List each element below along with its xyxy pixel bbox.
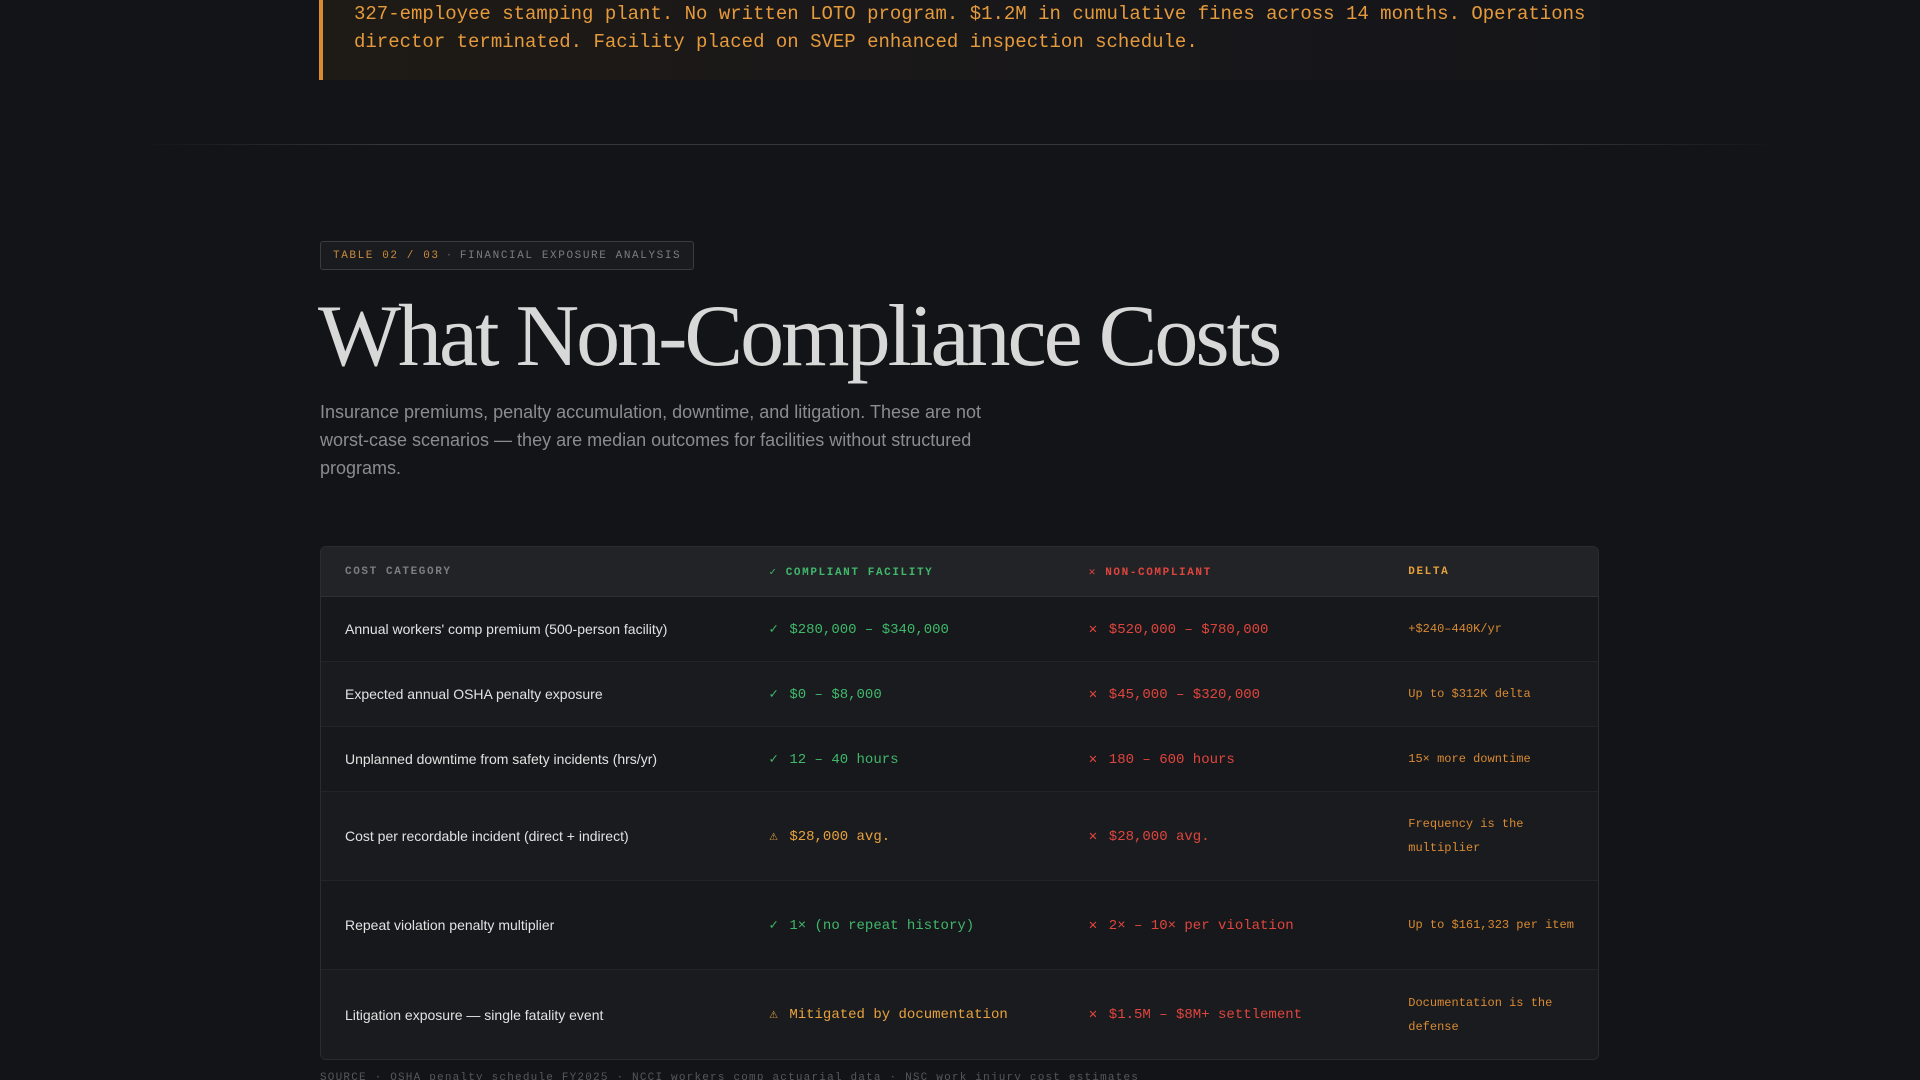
page-title: What Non-Compliance Costs [318, 288, 1282, 385]
compliant-value: 1× (no repeat history) [789, 917, 975, 934]
delta-cell: 15× more downtime [1408, 752, 1531, 766]
source-note: SOURCE · OSHA penalty schedule FY2025 · … [320, 1072, 1140, 1080]
cost-category-cell: Unplanned downtime from safety incidents… [345, 751, 658, 767]
table-row: Cost per recordable incident (direct + i… [321, 792, 1598, 881]
cost-category-cell: Litigation exposure — single fatality ev… [345, 1006, 604, 1023]
cross-icon: ✕ [1088, 686, 1098, 703]
cost-category-cell: Annual workers' comp premium (500-person… [345, 621, 668, 637]
cross-icon: ✕ [1088, 751, 1098, 768]
cross-icon: ✕ [1088, 828, 1098, 845]
table-row: Litigation exposure — single fatality ev… [321, 970, 1598, 1059]
check-icon: ✓ [769, 917, 778, 934]
check-icon: ✓ [769, 686, 778, 703]
compliant-value: $0 – $8,000 [789, 686, 882, 703]
table-header: COST CATEGORY ✓ COMPLIANT FACILITY ✕ NON… [321, 547, 1598, 597]
compliant-value: $28,000 avg. [789, 828, 891, 845]
compliant-cell: ⚠ $28,000 avg. [769, 828, 1088, 845]
delta-cell: Documentation is the defense [1408, 995, 1553, 1034]
compliant-value: $280,000 – $340,000 [789, 621, 949, 638]
delta-cell: +$240–440K/yr [1408, 622, 1502, 636]
compliant-cell: ✓ 1× (no repeat history) [769, 917, 1088, 934]
non-compliant-cell: ✕ $520,000 – $780,000 [1089, 621, 1408, 638]
warning-icon: ⚠ [769, 1007, 778, 1023]
non-compliant-cell: ✕ 2× – 10× per violation [1089, 917, 1408, 934]
callout-text: 327-employee stamping plant. No written … [354, 3, 1586, 53]
cost-category-cell: Repeat violation penalty multiplier [345, 917, 555, 933]
compliant-cell: ✓ $0 – $8,000 [769, 686, 1088, 703]
tag-label: FINANCIAL EXPOSURE ANALYSIS [459, 249, 682, 262]
non-compliant-value: $28,000 avg. [1108, 828, 1210, 845]
delta-cell: Up to $312K delta [1408, 687, 1531, 701]
table-row: Unplanned downtime from safety incidents… [321, 727, 1598, 792]
cost-category-cell: Expected annual OSHA penalty exposure [345, 686, 603, 702]
compliant-value: 12 – 40 hours [789, 751, 899, 768]
check-icon: ✓ [769, 621, 778, 638]
tag-number: TABLE 02 / 03 [333, 249, 440, 262]
compliant-cell: ⚠ Mitigated by documentation [769, 1006, 1088, 1023]
header-delta: DELTA [1408, 565, 1450, 578]
cross-icon: ✕ [1088, 1007, 1098, 1023]
check-icon: ✓ [769, 751, 778, 768]
warning-icon: ⚠ [769, 828, 778, 845]
non-compliant-cell: ✕ $45,000 – $320,000 [1089, 686, 1408, 703]
compliant-value: Mitigated by documentation [789, 1007, 1008, 1023]
header-cost-category: COST CATEGORY [345, 565, 452, 578]
compliant-cell: ✓ $280,000 – $340,000 [769, 621, 1088, 638]
non-compliant-cell: ✕ $28,000 avg. [1089, 828, 1408, 845]
table-row: Repeat violation penalty multiplier ✓ 1× … [321, 881, 1598, 970]
header-compliant: ✓ COMPLIANT FACILITY [769, 566, 934, 579]
compliant-cell: ✓ 12 – 40 hours [769, 751, 1088, 768]
cost-comparison-table: COST CATEGORY ✓ COMPLIANT FACILITY ✕ NON… [320, 546, 1599, 1060]
non-compliant-value: $520,000 – $780,000 [1108, 621, 1269, 638]
section-divider [140, 144, 1780, 145]
page-subtitle: Insurance premiums, penalty accumulation… [320, 402, 982, 478]
cost-category-cell: Cost per recordable incident (direct + i… [345, 828, 629, 844]
non-compliant-value: 180 – 600 hours [1108, 751, 1235, 768]
non-compliant-cell: ✕ 180 – 600 hours [1089, 751, 1408, 768]
non-compliant-value: 2× – 10× per violation [1108, 917, 1294, 934]
non-compliant-cell: ✕ $1.5M – $8M+ settlement [1089, 1006, 1408, 1023]
cross-icon: ✕ [1088, 917, 1098, 934]
section-tag: TABLE 02 / 03 · FINANCIAL EXPOSURE ANALY… [320, 241, 695, 270]
table-row: Expected annual OSHA penalty exposure ✓ $… [321, 662, 1598, 727]
delta-cell: Frequency is the multiplier [1408, 817, 1524, 855]
table-row: Annual workers' comp premium (500-person… [321, 597, 1598, 662]
delta-cell: Up to $161,323 per item [1408, 918, 1574, 932]
non-compliant-value: $1.5M – $8M+ settlement [1108, 1007, 1303, 1023]
tag-separator: · [445, 249, 454, 262]
cross-icon: ✕ [1088, 621, 1098, 638]
header-non-compliant: ✕ NON-COMPLIANT [1088, 566, 1212, 579]
case-callout: 327-employee stamping plant. No written … [319, 0, 1600, 80]
non-compliant-value: $45,000 – $320,000 [1108, 686, 1261, 703]
